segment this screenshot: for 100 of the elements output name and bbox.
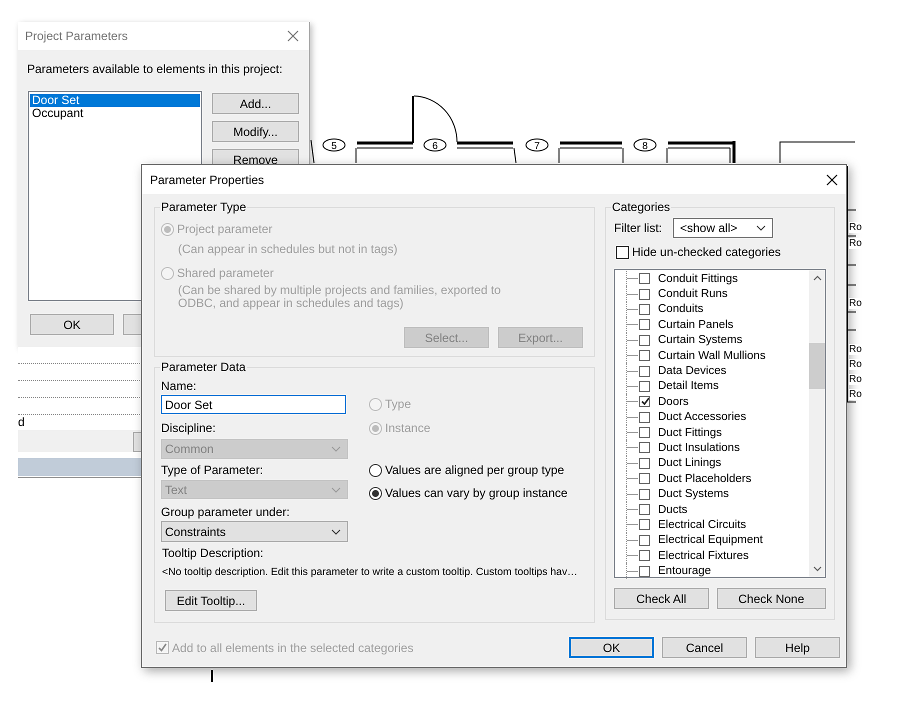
dropdown[interactable]: Constraints (161, 521, 348, 542)
tag-bubble: 7 (526, 138, 548, 152)
category-label: Curtain Panels (658, 318, 734, 332)
dialog-button[interactable]: Add... (212, 93, 299, 114)
option-description: (Can be shared by multiple projects and families, exported to ODBC, and appear in schedules and tags) (178, 284, 502, 310)
checkbox-label: Add to all elements in the selected categories (172, 640, 414, 654)
checkbox[interactable] (639, 534, 650, 546)
room-label: Ro (849, 222, 862, 233)
category-label: Detail Items (658, 379, 719, 394)
category-label: Curtain Wall Mullions (658, 348, 766, 363)
category-label: Duct Linings (658, 456, 722, 470)
checkbox[interactable] (639, 519, 650, 530)
category-label: Electrical Circuits (658, 518, 746, 532)
category-label: Duct Placeholders (658, 472, 752, 486)
field-label: Group parameter under: (161, 505, 290, 519)
room-label: Ro (849, 344, 862, 355)
checkbox[interactable] (639, 396, 650, 408)
radio-label: Values can vary by group instance (385, 486, 568, 500)
checkbox[interactable] (639, 473, 650, 484)
radio-button[interactable] (369, 486, 382, 500)
category-label: Data Devices (658, 364, 726, 378)
tooltip-description: <No tooltip description. Edit this parameter to write a custom tooltip. Custom tooltips hav… (162, 566, 578, 580)
list-item[interactable]: Door Set (30, 94, 200, 107)
group-title: Categories (611, 200, 672, 214)
checkbox[interactable] (639, 273, 650, 284)
category-label: Electrical Equipment (658, 533, 763, 548)
list-label: Parameters available to elements in this project: (27, 62, 284, 76)
category-label: Curtain Systems (658, 333, 742, 348)
radio-label: Values are aligned per group type (385, 463, 564, 477)
category-label: Conduits (658, 302, 704, 316)
chevron-down-icon (331, 446, 341, 452)
chevron-down-icon (756, 225, 766, 231)
field-label: Tooltip Description: (162, 546, 264, 560)
close-icon[interactable] (826, 174, 838, 186)
field-label: Discipline: (161, 421, 216, 435)
field-label: Filter list: (614, 221, 662, 235)
window-title: Parameter Properties (150, 172, 264, 186)
wall-line (211, 670, 213, 682)
group-title: Parameter Type (160, 200, 248, 214)
checkbox[interactable] (616, 246, 629, 258)
checkbox[interactable] (639, 350, 650, 362)
chevron-down-icon (331, 528, 341, 534)
checkbox[interactable] (639, 504, 650, 516)
checkbox[interactable] (639, 412, 650, 423)
dialog-button[interactable]: Check All (614, 588, 709, 609)
field-label: Type of Parameter: (161, 463, 264, 477)
checkbox[interactable] (639, 442, 650, 454)
dialog-button[interactable]: Modify... (212, 121, 299, 142)
checkbox[interactable] (639, 566, 650, 577)
category-label: Duct Fittings (658, 426, 722, 440)
scrollbar-thumb[interactable] (809, 343, 825, 389)
room-label: Ro (849, 359, 862, 370)
radio-button[interactable] (369, 464, 382, 476)
checkbox[interactable] (639, 488, 650, 500)
category-label: Entourage (658, 564, 712, 578)
dialog-button[interactable]: OK (569, 637, 654, 658)
option-description: (Can appear in schedules but not in tags) (178, 243, 398, 256)
checkbox[interactable] (639, 319, 650, 330)
room-label: Ro (849, 374, 862, 385)
chevron-up-icon[interactable] (812, 275, 822, 281)
scrollbar[interactable] (809, 270, 825, 577)
dialog-button[interactable]: Check None (716, 588, 826, 609)
ok-button[interactable]: OK (30, 314, 114, 335)
checkbox[interactable] (639, 366, 650, 377)
name-input[interactable]: Door Set (161, 395, 346, 414)
tag-bubble: 8 (634, 138, 656, 152)
category-label: Duct Insulations (658, 440, 740, 455)
dialog-button[interactable]: Cancel (662, 637, 747, 658)
category-label: Ducts (658, 502, 688, 517)
tag-bubble: 6 (424, 138, 446, 152)
checkbox[interactable] (639, 288, 650, 300)
checkbox[interactable] (639, 304, 650, 315)
filter-dropdown[interactable]: <show all> (673, 218, 773, 238)
radio-label: Shared parameter (177, 266, 274, 280)
checkbox[interactable] (639, 550, 650, 562)
checkbox[interactable] (639, 458, 650, 469)
checkbox-label: Hide un-checked categories (632, 245, 781, 259)
category-label: Duct Accessories (658, 410, 746, 424)
dialog-button[interactable]: Help (755, 637, 840, 658)
group-title: Parameter Data (160, 360, 247, 374)
tag-bubble: 5 (322, 138, 346, 152)
chevron-down-icon (331, 486, 341, 492)
edit-tooltip-button[interactable]: Edit Tooltip... (165, 590, 257, 611)
category-label: Doors (658, 394, 689, 409)
checkbox[interactable] (639, 380, 650, 392)
category-label: Electrical Fixtures (658, 548, 749, 563)
checkbox[interactable] (639, 334, 650, 346)
radio-label: Instance (385, 421, 430, 435)
room-label: Ro (849, 298, 862, 309)
text-fragment: d (18, 415, 25, 429)
room-label: Ro (849, 238, 862, 249)
checkbox[interactable] (639, 427, 650, 438)
radio-label: Project parameter (177, 222, 272, 236)
radio-label: Type (385, 397, 412, 411)
category-label: Duct Systems (658, 487, 729, 502)
list-item[interactable]: Occupant (30, 107, 200, 120)
room-label: Ro (849, 389, 862, 400)
chevron-down-icon[interactable] (812, 566, 822, 572)
field-label: Name: (161, 379, 196, 393)
category-label: Conduit Runs (658, 287, 728, 302)
